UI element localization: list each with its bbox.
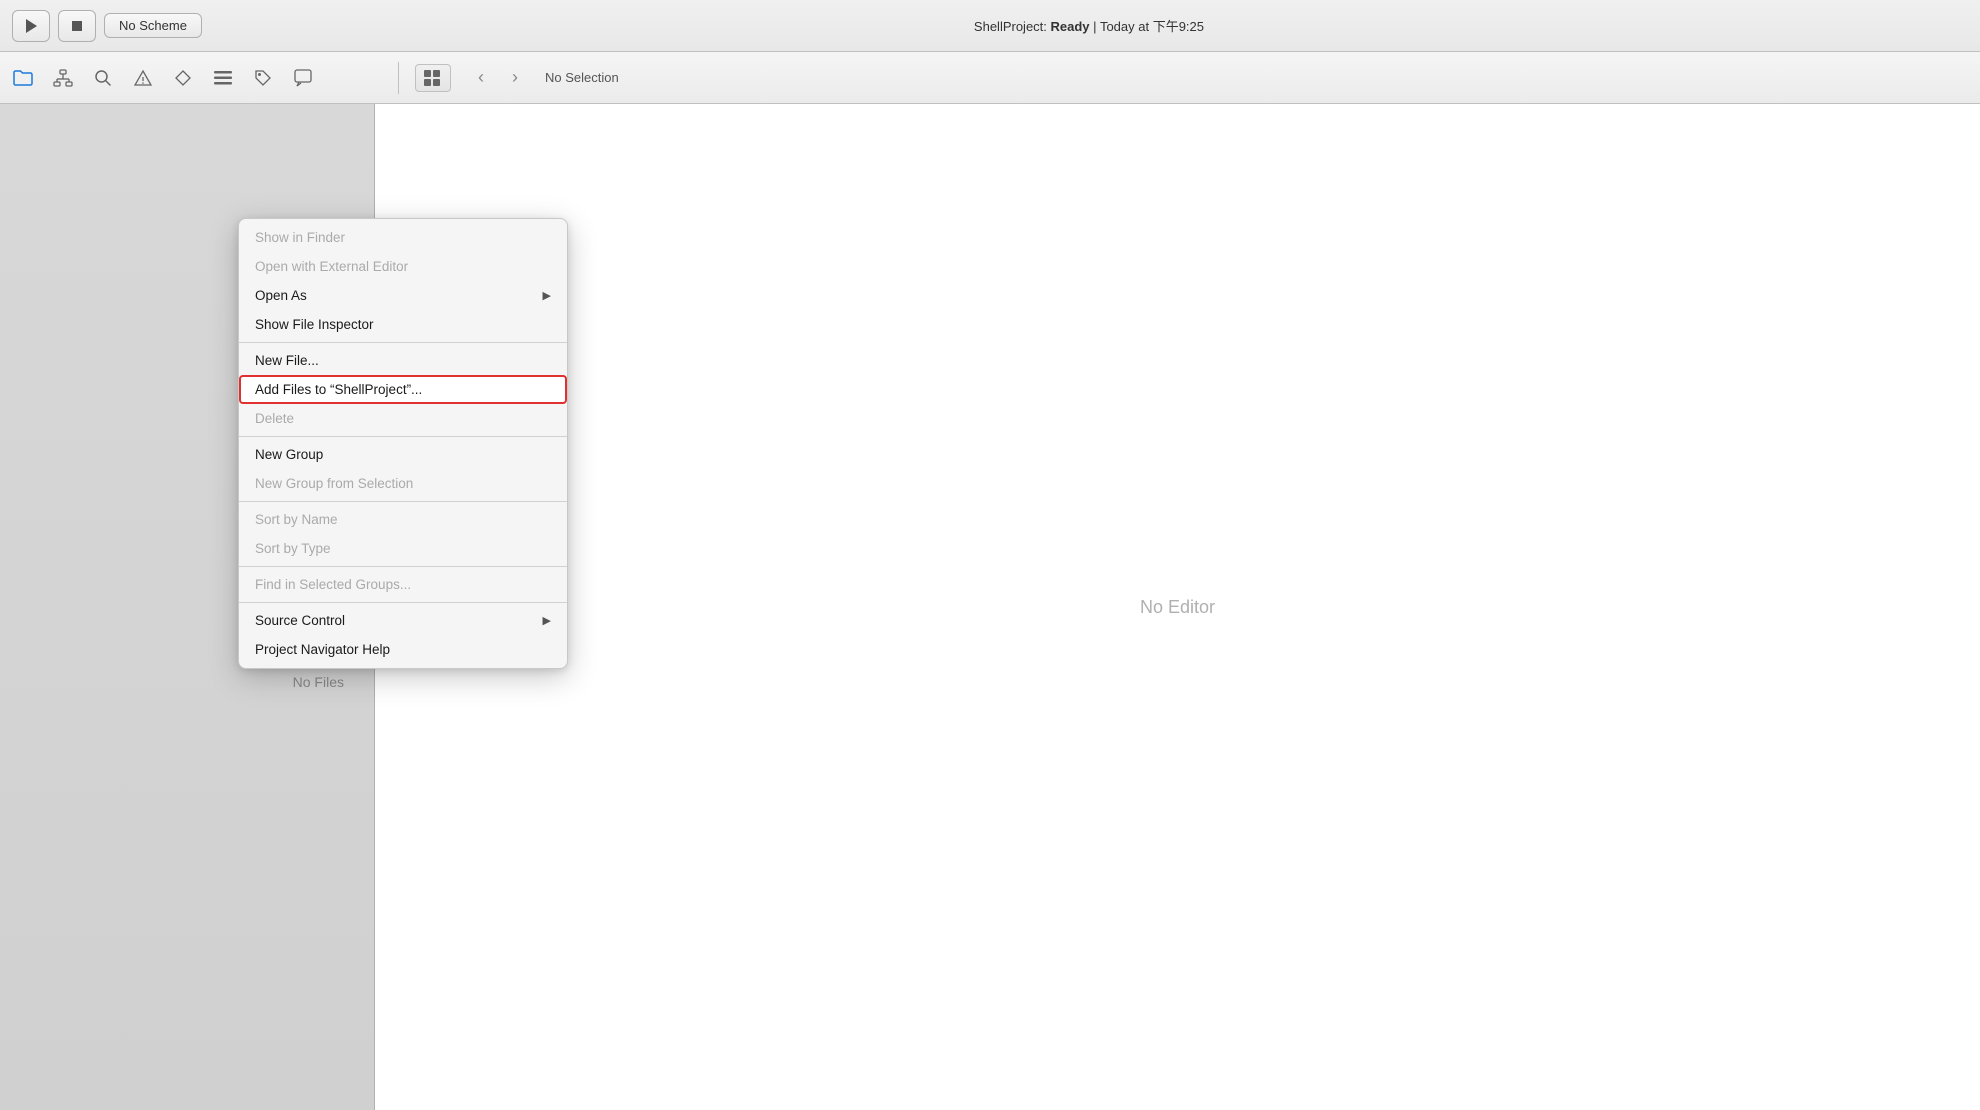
menu-item-sort-by-name: Sort by Name bbox=[239, 505, 567, 534]
menu-separator-8 bbox=[239, 436, 567, 437]
toolbar-divider bbox=[398, 62, 399, 94]
menu-separator-11 bbox=[239, 501, 567, 502]
comment-icon[interactable] bbox=[292, 67, 314, 89]
no-files-label: No Files bbox=[293, 674, 344, 690]
folder-icon[interactable] bbox=[12, 67, 34, 89]
menu-item-new-group-from-selection: New Group from Selection bbox=[239, 469, 567, 498]
submenu-arrow-open-as: ▶ bbox=[543, 289, 551, 302]
menu-item-label-add-files: Add Files to “ShellProject”... bbox=[255, 382, 422, 397]
menu-item-label-sort-by-type: Sort by Type bbox=[255, 541, 331, 556]
warning-icon[interactable] bbox=[132, 67, 154, 89]
menu-item-show-in-finder: Show in Finder bbox=[239, 223, 567, 252]
editor-area: No Editor bbox=[375, 104, 1980, 1110]
stop-button[interactable] bbox=[58, 10, 96, 42]
menu-item-label-open-as: Open As bbox=[255, 288, 307, 303]
stop-icon bbox=[72, 21, 82, 31]
menu-item-label-new-group-from-selection: New Group from Selection bbox=[255, 476, 413, 491]
editor-mode-button[interactable] bbox=[415, 64, 451, 92]
menu-item-new-group[interactable]: New Group bbox=[239, 440, 567, 469]
menu-item-open-as[interactable]: Open As ▶ bbox=[239, 281, 567, 310]
list-icon[interactable] bbox=[212, 67, 234, 89]
play-button[interactable] bbox=[12, 10, 50, 42]
menu-item-show-file-inspector[interactable]: Show File Inspector bbox=[239, 310, 567, 339]
no-editor-label: No Editor bbox=[1140, 597, 1215, 618]
nav-buttons: ‹ › bbox=[467, 64, 529, 92]
bookmark-icon[interactable] bbox=[172, 67, 194, 89]
breadcrumb-label: No Selection bbox=[545, 70, 619, 85]
menu-item-label-new-group: New Group bbox=[255, 447, 323, 462]
toolbar: ‹ › No Selection bbox=[0, 52, 1980, 104]
tag-icon[interactable] bbox=[252, 67, 274, 89]
search-icon[interactable] bbox=[92, 67, 114, 89]
menu-item-add-files[interactable]: Add Files to “ShellProject”... bbox=[239, 375, 567, 404]
menu-separator-14 bbox=[239, 566, 567, 567]
menu-item-label-show-in-finder: Show in Finder bbox=[255, 230, 345, 245]
project-status: ShellProject: Ready bbox=[974, 19, 1090, 34]
menu-item-label-new-file: New File... bbox=[255, 353, 319, 368]
menu-item-project-navigator-help[interactable]: Project Navigator Help bbox=[239, 635, 567, 664]
scheme-button[interactable]: No Scheme bbox=[104, 13, 202, 38]
menu-item-new-file[interactable]: New File... bbox=[239, 346, 567, 375]
navigator-icons bbox=[12, 67, 382, 89]
window-title: ShellProject: Ready | Today at 下午9:25 bbox=[210, 16, 1968, 35]
breadcrumb: No Selection bbox=[545, 70, 619, 85]
menu-separator-16 bbox=[239, 602, 567, 603]
back-button[interactable]: ‹ bbox=[467, 64, 495, 92]
title-divider: | bbox=[1093, 19, 1100, 34]
titlebar: No Scheme ShellProject: Ready | Today at… bbox=[0, 0, 1980, 52]
menu-item-label-delete: Delete bbox=[255, 411, 294, 426]
menu-item-label-show-file-inspector: Show File Inspector bbox=[255, 317, 374, 332]
menu-item-sort-by-type: Sort by Type bbox=[239, 534, 567, 563]
menu-item-label-source-control: Source Control bbox=[255, 613, 345, 628]
menu-separator-4 bbox=[239, 342, 567, 343]
menu-item-open-external-editor: Open with External Editor bbox=[239, 252, 567, 281]
context-menu: Show in Finder Open with External Editor O… bbox=[238, 218, 568, 669]
menu-item-delete: Delete bbox=[239, 404, 567, 433]
menu-item-label-find-in-selected-groups: Find in Selected Groups... bbox=[255, 577, 411, 592]
submenu-arrow-source-control: ▶ bbox=[543, 614, 551, 627]
forward-button[interactable]: › bbox=[501, 64, 529, 92]
menu-item-find-in-selected-groups: Find in Selected Groups... bbox=[239, 570, 567, 599]
menu-item-source-control[interactable]: Source Control ▶ bbox=[239, 606, 567, 635]
timestamp: Today at 下午9:25 bbox=[1100, 19, 1204, 34]
menu-item-label-sort-by-name: Sort by Name bbox=[255, 512, 338, 527]
play-icon bbox=[26, 19, 37, 33]
menu-item-label-open-external-editor: Open with External Editor bbox=[255, 259, 408, 274]
hierarchy-icon[interactable] bbox=[52, 67, 74, 89]
menu-item-label-project-navigator-help: Project Navigator Help bbox=[255, 642, 390, 657]
